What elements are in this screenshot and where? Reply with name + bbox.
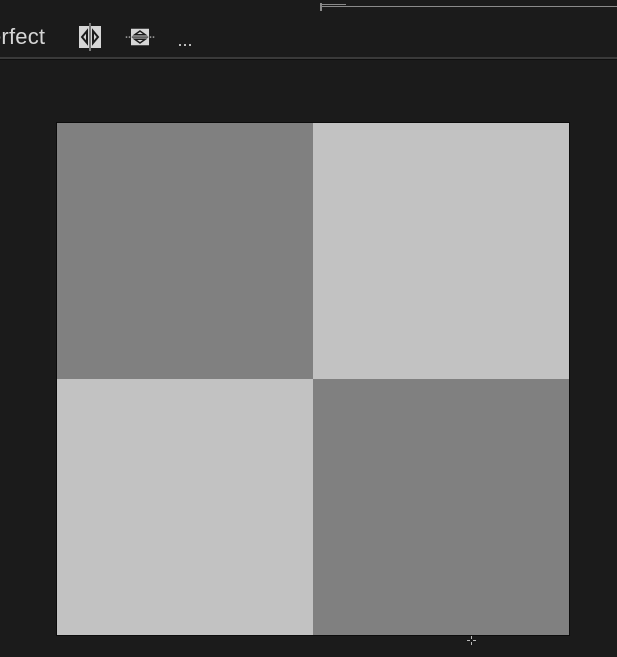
top-slider-tick bbox=[320, 4, 346, 5]
checker-cell-light bbox=[313, 123, 569, 379]
checker-cell-dark bbox=[57, 123, 313, 379]
crosshair-icon bbox=[467, 636, 476, 645]
more-options-button[interactable]: ... bbox=[172, 28, 198, 52]
symmetry-horizontal-button[interactable] bbox=[75, 22, 105, 52]
checker-cell-dark bbox=[313, 379, 569, 635]
symmetry-vertical-icon bbox=[125, 28, 155, 46]
checker-cell-light bbox=[57, 379, 313, 635]
symmetry-horizontal-icon bbox=[79, 23, 101, 51]
top-slider-track[interactable] bbox=[322, 6, 617, 7]
top-strip bbox=[0, 0, 617, 14]
symmetry-vertical-button[interactable] bbox=[125, 22, 155, 52]
editor-window: erfect ... bbox=[0, 0, 617, 657]
context-toolbar: erfect ... bbox=[0, 14, 617, 58]
sprite-canvas[interactable] bbox=[56, 122, 570, 636]
pixel-perfect-label[interactable]: erfect bbox=[0, 24, 45, 50]
